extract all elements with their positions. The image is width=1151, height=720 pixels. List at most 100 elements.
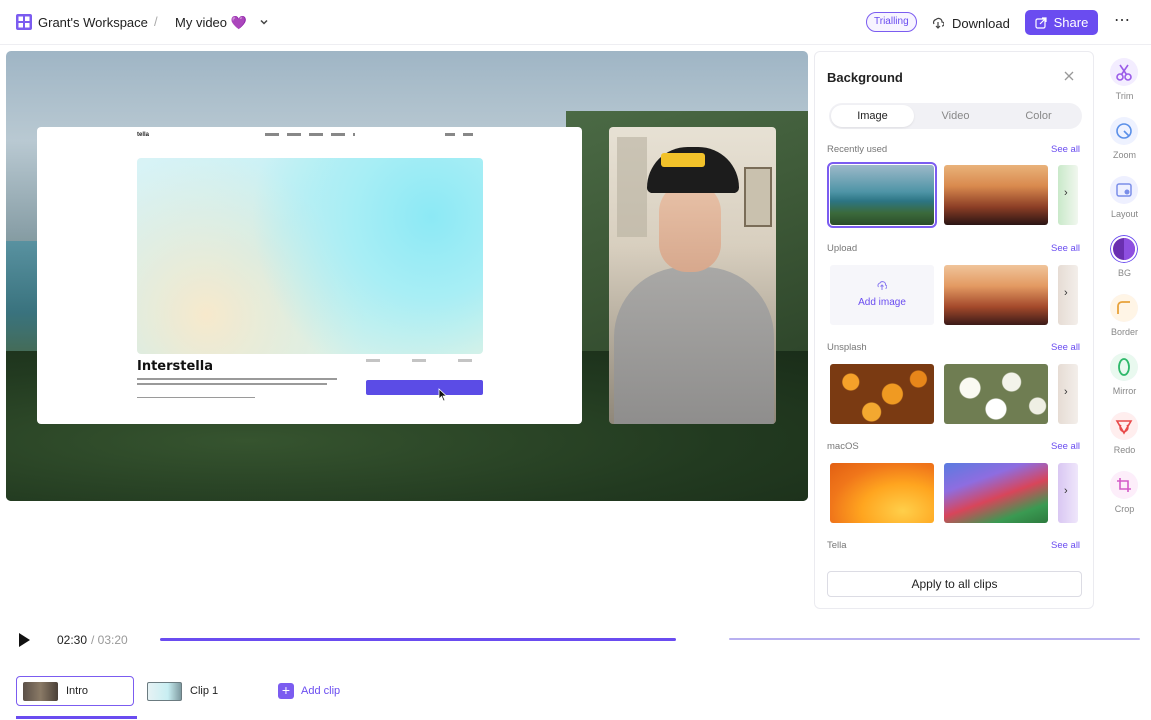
close-icon[interactable]	[1063, 70, 1075, 82]
tool-label: Layout	[1110, 209, 1139, 219]
thumb-white-daisies[interactable]	[944, 364, 1048, 424]
webcam-person-face	[659, 182, 721, 272]
see-all-recent[interactable]: See all	[1051, 144, 1080, 155]
chevron-right-icon: ›	[1064, 287, 1068, 299]
tool-mirror[interactable]: Mirror	[1098, 349, 1151, 401]
plus-icon: +	[278, 683, 294, 699]
screen-logo: tella	[137, 132, 150, 138]
clip-1[interactable]: Clip 1	[141, 676, 257, 706]
screen-stats	[366, 359, 483, 362]
thumb-orange-flowers[interactable]	[830, 364, 934, 424]
download-label: Download	[952, 15, 1010, 31]
thumb-sunset-gradient[interactable]	[944, 165, 1048, 225]
tool-label: Trim	[1115, 91, 1134, 101]
tab-image[interactable]: Image	[831, 105, 914, 127]
playback-progress-bar[interactable]	[160, 638, 1140, 641]
top-bar: Grant's Workspace / My video 💜 Trialling…	[0, 0, 1151, 45]
thumb-macos-ventura[interactable]	[830, 463, 934, 523]
tab-color[interactable]: Color	[997, 105, 1080, 127]
webcam-feed[interactable]	[609, 127, 776, 424]
video-title[interactable]: My video 💜	[175, 15, 247, 31]
tool-trim[interactable]: Trim	[1098, 54, 1151, 106]
webcam-bg-picture	[744, 167, 772, 227]
share-icon	[1035, 16, 1047, 29]
scissors-icon	[1110, 58, 1138, 86]
border-icon	[1110, 294, 1138, 322]
cloud-download-icon	[933, 17, 944, 29]
breadcrumb-separator: /	[154, 14, 158, 29]
tool-label: Redo	[1113, 445, 1136, 455]
share-label: Share	[1053, 15, 1089, 30]
macos-more[interactable]: ›	[1058, 463, 1078, 523]
see-all-upload[interactable]: See all	[1051, 243, 1080, 254]
screen-text-line	[137, 378, 337, 380]
screen-title: Interstella	[137, 359, 213, 374]
clip-intro[interactable]: Intro	[16, 676, 134, 706]
workspace-name[interactable]: Grant's Workspace	[38, 15, 148, 30]
workspace-logo-icon[interactable]	[16, 14, 32, 30]
progress-remaining	[729, 638, 1140, 640]
tool-zoom[interactable]: Zoom	[1098, 113, 1151, 165]
add-clip-label: Add clip	[301, 685, 341, 697]
recent-more[interactable]: ›	[1058, 165, 1078, 225]
section-label-recent: Recently used	[827, 144, 888, 155]
tool-layout[interactable]: Layout	[1098, 172, 1151, 224]
screen-hero-image	[137, 158, 483, 354]
clip-thumbnail	[147, 681, 182, 701]
tool-label: Crop	[1114, 504, 1135, 514]
tool-border[interactable]: Border	[1098, 290, 1151, 342]
tool-label: Border	[1110, 327, 1138, 337]
tool-label: Mirror	[1112, 386, 1137, 396]
chevron-right-icon: ›	[1064, 187, 1068, 199]
webcam-bg-frame	[617, 137, 647, 237]
background-icon	[1110, 235, 1138, 263]
background-panel: Background Image Video Color Recently us…	[814, 51, 1094, 609]
thumb-macos-sonoma[interactable]	[944, 463, 1048, 523]
total-time: / 03:20	[91, 633, 128, 647]
panel-title: Background	[827, 70, 903, 85]
webcam-person-hoodie	[614, 267, 774, 424]
active-clip-indicator	[16, 716, 137, 719]
unsplash-more[interactable]: ›	[1058, 364, 1078, 424]
screen-recording[interactable]: tella Interstella	[37, 127, 582, 424]
add-image-label: Add image	[858, 297, 906, 308]
background-type-tabs: Image Video Color	[829, 103, 1082, 129]
play-icon[interactable]	[17, 632, 31, 648]
section-label-tella: Tella	[827, 540, 847, 551]
mouse-cursor-icon	[438, 388, 448, 402]
see-all-unsplash[interactable]: See all	[1051, 342, 1080, 353]
chevron-right-icon: ›	[1064, 386, 1068, 398]
zoom-icon	[1110, 117, 1138, 145]
redo-icon	[1110, 412, 1138, 440]
tool-redo[interactable]: Redo	[1098, 408, 1151, 460]
upload-more[interactable]: ›	[1058, 265, 1078, 325]
mirror-icon	[1110, 353, 1138, 381]
add-image-button[interactable]: Add image	[830, 265, 934, 325]
trial-badge[interactable]: Trialling	[866, 12, 917, 32]
download-button[interactable]: Download	[932, 12, 1010, 34]
apply-to-all-clips-button[interactable]: Apply to all clips	[827, 571, 1082, 597]
see-all-macos[interactable]: See all	[1051, 441, 1080, 452]
upload-icon	[877, 281, 887, 290]
tool-background[interactable]: BG	[1098, 231, 1151, 283]
see-all-tella[interactable]: See all	[1051, 540, 1080, 551]
share-button[interactable]: Share	[1025, 10, 1098, 35]
tool-crop[interactable]: Crop	[1098, 467, 1151, 519]
chevron-down-icon[interactable]	[258, 16, 270, 28]
video-canvas[interactable]: tella Interstella	[6, 51, 808, 501]
screen-download-button	[366, 380, 483, 395]
add-clip-button[interactable]: + Add clip	[278, 683, 340, 699]
tab-video[interactable]: Video	[914, 105, 997, 127]
webcam-cap-logo	[661, 153, 705, 167]
thumb-uploaded-sunset[interactable]	[944, 265, 1048, 325]
tool-rail: Trim Zoom Layout BG Border Mirror Redo C…	[1098, 51, 1151, 521]
more-options-button[interactable]: ⋯	[1112, 12, 1132, 32]
chevron-right-icon: ›	[1064, 485, 1068, 497]
crop-icon	[1110, 471, 1138, 499]
tool-label: Zoom	[1112, 150, 1136, 160]
clip-label: Clip 1	[190, 685, 219, 697]
section-label-unsplash: Unsplash	[827, 342, 867, 353]
clip-label: Intro	[66, 685, 89, 697]
screen-nav: tella	[37, 127, 582, 143]
thumb-tropical-coast[interactable]	[827, 162, 937, 228]
